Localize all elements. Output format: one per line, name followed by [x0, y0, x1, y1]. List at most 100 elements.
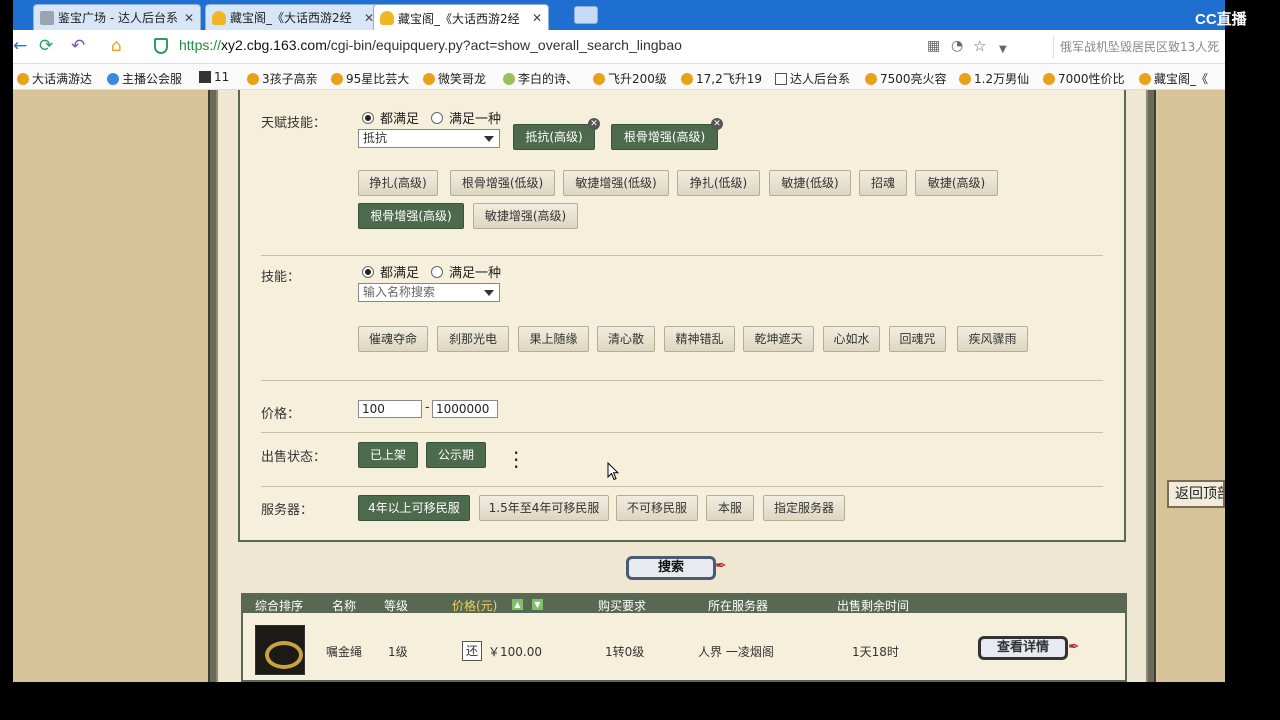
radio-checked-icon	[362, 111, 374, 124]
remove-icon[interactable]: ✕	[711, 118, 723, 130]
new-tab-button[interactable]	[574, 6, 598, 24]
skill-option[interactable]: 果上随缘	[518, 326, 589, 352]
tab-item[interactable]: 鉴宝广场 - 达人后台系 ✕	[33, 4, 201, 30]
item-name[interactable]: 嘱金绳	[326, 643, 362, 660]
bookmark-label: 7500亮火容	[880, 72, 947, 86]
skill-option[interactable]: 催魂夺命	[358, 326, 428, 352]
bookmark-item[interactable]: 藏宝阁_《	[1139, 70, 1208, 87]
brush-icon: ✒	[1068, 639, 1080, 655]
bookmark-item[interactable]: 7000性价比	[1043, 70, 1125, 87]
back-icon[interactable]: ←	[13, 36, 27, 56]
page-background-right	[1158, 90, 1225, 682]
header-price[interactable]: 价格(元)	[452, 597, 497, 614]
talent-option[interactable]: 敏捷增强(低级)	[563, 170, 669, 196]
tab-item[interactable]: 藏宝阁_《大话西游2经 ✕	[205, 4, 381, 30]
talent-option[interactable]: 敏捷(低级)	[769, 170, 851, 196]
close-icon[interactable]: ✕	[532, 11, 542, 25]
leaf-icon	[503, 72, 515, 85]
server-label: 服务器：	[261, 503, 314, 518]
price-max-input[interactable]: 1000000	[432, 400, 498, 418]
bookmark-label: 主播公会服	[122, 72, 183, 86]
talent-option[interactable]: 根骨增强(低级)	[450, 170, 555, 196]
bookmark-label: 大话满游达	[32, 72, 93, 86]
talent-radio-any[interactable]: 满足一种	[431, 108, 501, 127]
skills-radio-all[interactable]: 都满足	[362, 262, 419, 281]
skill-option[interactable]: 清心散	[597, 326, 655, 352]
server-option[interactable]: 不可移民服	[616, 495, 698, 521]
bookmark-item[interactable]: 17,2飞升19	[681, 70, 762, 87]
bookmark-item[interactable]: 95星比芸大	[331, 70, 409, 87]
address-bar[interactable]: https://xy2.cbg.163.com/cgi-bin/equipque…	[179, 37, 682, 53]
skill-option[interactable]: 精神错乱	[664, 326, 735, 352]
bookmark-item[interactable]: 主播公会服	[107, 70, 182, 87]
price-dash: -	[425, 400, 430, 415]
back-to-top-button[interactable]: 返回顶部	[1167, 480, 1225, 508]
server-option[interactable]: 1.5年至4年可移民服	[479, 495, 609, 521]
talent-option[interactable]: 敏捷增强(高级)	[473, 203, 578, 229]
talent-option-selected[interactable]: 根骨增强(高级)	[358, 203, 464, 229]
ingot-icon	[1043, 72, 1055, 85]
bookmark-item[interactable]: 1.2万男仙	[959, 70, 1029, 87]
bookmark-label: 达人后台系	[790, 72, 851, 86]
view-detail-button[interactable]: 查看详情	[978, 636, 1068, 660]
talent-chip[interactable]: 根骨增强(高级) ✕	[611, 118, 723, 150]
price-label: 价格：	[261, 407, 301, 422]
bookmark-item[interactable]: 李白的诗、	[503, 70, 578, 87]
talent-option[interactable]: 敏捷(高级)	[915, 170, 998, 196]
ingot-icon	[423, 72, 435, 85]
reader-icon[interactable]: ◔	[951, 36, 963, 56]
sale-status-preview[interactable]: 公示期	[426, 442, 486, 468]
overlay-logo: CC直播	[1195, 11, 1247, 28]
server-option[interactable]: 指定服务器	[763, 495, 845, 521]
bookmark-item[interactable]: 7500亮火容	[865, 70, 947, 87]
talent-option[interactable]: 挣扎(低级)	[677, 170, 760, 196]
home-icon[interactable]: ⌂	[111, 36, 122, 56]
star-icon[interactable]: ☆	[973, 36, 986, 56]
bookmark-item[interactable]: 大话满游达	[17, 70, 92, 87]
bookmark-item[interactable]: 微笑哥龙	[423, 70, 486, 87]
refresh-icon[interactable]: ⟳	[39, 36, 53, 56]
remove-icon[interactable]: ✕	[588, 118, 600, 130]
bookmark-label: 1.2万男仙	[974, 72, 1030, 86]
tab-bar: 鉴宝广场 - 达人后台系 ✕ 藏宝阁_《大话西游2经 ✕ 藏宝阁_《大话西游2经…	[13, 0, 1225, 31]
item-thumbnail[interactable]	[255, 625, 305, 675]
chip-label: 抵抗(高级)	[525, 130, 583, 144]
skill-option[interactable]: 乾坤遮天	[743, 326, 814, 352]
bookmark-item[interactable]: 达人后台系	[775, 70, 850, 87]
talent-option[interactable]: 招魂	[859, 170, 907, 196]
talent-chip[interactable]: 抵抗(高级) ✕	[513, 118, 600, 150]
server-option-selected[interactable]: 4年以上可移民服	[358, 495, 470, 521]
talent-option[interactable]: 挣扎(高级)	[358, 170, 438, 196]
price-min-input[interactable]: 100	[358, 400, 422, 418]
sale-status-listed[interactable]: 已上架	[358, 442, 418, 468]
skill-option[interactable]: 刹那光电	[437, 326, 509, 352]
skill-option[interactable]: 心如水	[823, 326, 880, 352]
search-button[interactable]: 搜索	[626, 556, 716, 580]
side-search[interactable]: 俄军战机坠毁居民区致13人死	[1053, 36, 1225, 58]
bookmark-item[interactable]: 11	[199, 70, 229, 84]
shield-icon	[154, 38, 168, 54]
sort-up-icon[interactable]: ▲	[512, 599, 523, 610]
skill-option[interactable]: 回魂咒	[889, 326, 946, 352]
ingot-icon	[212, 10, 226, 25]
undo-icon[interactable]: ↶	[71, 36, 85, 56]
server-option[interactable]: 本服	[706, 495, 754, 521]
chevron-down-icon[interactable]: ▼	[999, 40, 1007, 60]
close-icon[interactable]: ✕	[184, 11, 194, 25]
header-overall-sort[interactable]: 综合排序	[255, 597, 303, 614]
bookmark-label: 微笑哥龙	[438, 72, 487, 86]
more-icon[interactable]: · · ·	[513, 443, 519, 477]
frame-border-right	[1146, 90, 1156, 682]
tab-item-active[interactable]: 藏宝阁_《大话西游2经 ✕	[373, 4, 549, 31]
skill-option[interactable]: 疾风骤雨	[957, 326, 1028, 352]
skills-search-select[interactable]: 输入名称搜索	[358, 283, 500, 302]
talent-select[interactable]: 抵抗	[358, 129, 500, 148]
divider	[261, 486, 1103, 487]
bookmark-item[interactable]: 飞升200级	[593, 70, 667, 87]
skills-radio-any[interactable]: 满足一种	[431, 262, 501, 281]
sort-down-icon[interactable]: ▼	[532, 599, 543, 610]
talent-radio-all[interactable]: 都满足	[362, 108, 419, 127]
brush-icon: ✒	[715, 558, 727, 574]
bookmark-item[interactable]: 3孩子高亲	[247, 70, 318, 87]
grid-icon[interactable]: ▦	[927, 36, 940, 56]
